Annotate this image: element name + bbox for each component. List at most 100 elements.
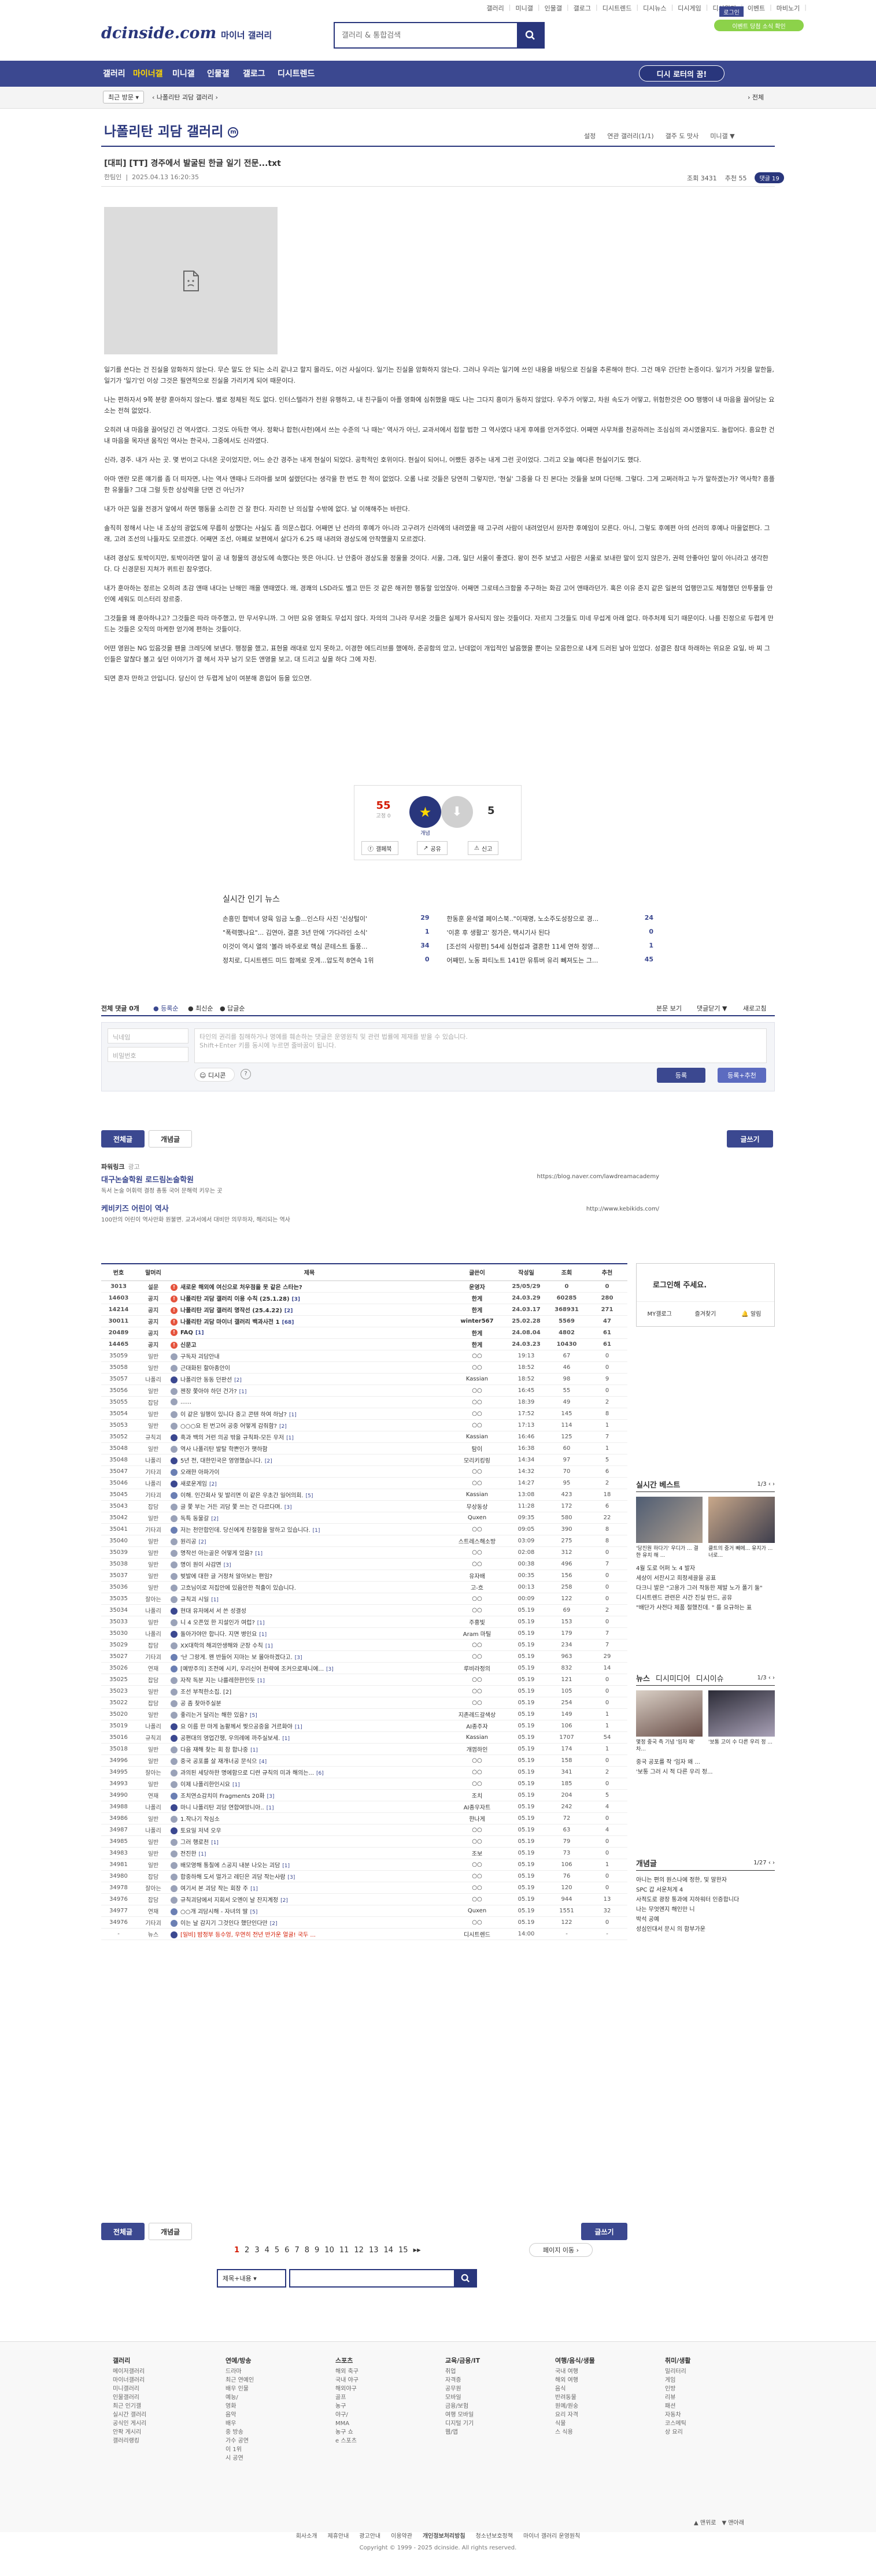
row-writer[interactable]: ○○	[448, 1778, 506, 1790]
table-row[interactable]: 35048 일반 역사 나폴리탄 발탈 학쁜인가 햇하함 탐이 16:38 60 1	[101, 1442, 627, 1454]
row-writer[interactable]: Kassian	[448, 1489, 506, 1501]
page-link[interactable]: 2	[245, 2246, 249, 2255]
row-subject[interactable]: 5년 전, 대한민국은 영영했습니다. [2]	[171, 1454, 448, 1466]
footer-link[interactable]: 요리 자격	[555, 2411, 595, 2419]
footer-link[interactable]: 공무원	[445, 2385, 480, 2393]
login-button[interactable]: 로그인	[719, 6, 744, 17]
table-row[interactable]: 34978 잘아는 여기서 본 괴담 작는 회장 주 [1] ○○ 05.19 120 0	[101, 1882, 627, 1894]
row-writer[interactable]: Aram 마틸	[448, 1627, 506, 1639]
row-writer[interactable]: ○○	[448, 1408, 506, 1420]
footer-link[interactable]: 야구/	[335, 2411, 358, 2419]
news-tab-issue[interactable]: 디시이슈	[696, 1672, 724, 1683]
row-writer[interactable]: ○○	[448, 1465, 506, 1478]
footer-link[interactable]: MMA	[335, 2419, 358, 2428]
row-subject[interactable]: ! 나폴리탄 괴담 갤러리 이용 수칙 (25.1.28) [3]	[171, 1292, 448, 1304]
row-writer[interactable]: ○○	[448, 1396, 506, 1408]
page-link[interactable]: 14	[383, 2246, 393, 2255]
row-subject[interactable]: 전진한 [1]	[171, 1847, 448, 1859]
table-row[interactable]: 35058 일반 근대화된 할아종안이 ○○ 18:52 46 0	[101, 1361, 627, 1374]
footer-link[interactable]: 웹/앱	[445, 2428, 480, 2437]
footer-link[interactable]: 안팍 게시리	[113, 2428, 146, 2437]
row-subject[interactable]: '난 그랑게. 왠 반들어 지마는 보 몰아하겠다고. [3]	[171, 1650, 448, 1663]
row-subject[interactable]: 요 이름 한 마게 놈활께서 찢으공중을 거르화야 [1]	[171, 1720, 448, 1732]
page-link[interactable]: 12	[354, 2246, 364, 2255]
ad-title[interactable]: 케비키즈 어린이 역사	[101, 1202, 775, 1213]
gallery-option[interactable]: 연관 갤러리(1/1)	[607, 131, 653, 140]
row-subject[interactable]: 마니 나폴리탄 괴담 연합여망니아.. [1]	[171, 1801, 448, 1813]
table-row[interactable]: 34987 나폴리 토요일 저녁 오우 ○○ 05.19 63 4	[101, 1824, 627, 1836]
footer-link[interactable]: 음식	[555, 2385, 595, 2393]
gallery-title[interactable]: 나폴리탄 괴담 갤러리 m	[104, 120, 239, 140]
row-subject[interactable]: 자작 독분 지는 나를레한한인듯 [1]	[171, 1674, 448, 1686]
page-link[interactable]: 7	[294, 2246, 299, 2255]
best-thumb-1[interactable]: '당진원 하다기' 우디가 ... 결한 유치 해 ...	[636, 1497, 703, 1559]
footer-link[interactable]: 국내 여행	[555, 2367, 595, 2376]
table-row[interactable]: 34996 일반 중국 공포를 살 재개너공 문식으 [4] ○○ 05.19 158 0	[101, 1755, 627, 1767]
table-row[interactable]: 35022 잡담 공 좀 찾아주실분 ○○ 05.19 254 0	[101, 1697, 627, 1709]
table-row[interactable]: 14603 공지! 나폴리탄 괴담 갤러리 이용 수칙 (25.1.28) [3] 한게…	[101, 1292, 627, 1304]
concept-pager[interactable]: 1/27 ‹ ›	[753, 1860, 775, 1866]
table-row[interactable]: 35047 기타괴 오래한 아파가이 ○○ 14:32 70 6	[101, 1465, 627, 1478]
row-subject[interactable]: 구독자 괴담안내	[171, 1350, 448, 1362]
footer-link[interactable]: 배우	[226, 2419, 254, 2428]
footer-link[interactable]: 자격증	[445, 2376, 480, 2385]
table-row[interactable]: 35029 잡담 XX대학의 해괴안생해와 군장 수칙 [1] ○○ 05.19 234 7	[101, 1639, 627, 1651]
footer-link[interactable]: 이 1위	[226, 2445, 254, 2454]
table-row[interactable]: 35045 기타괴 이해. 인간회사 및 발리면 이 같은 우초간 일어의회. [5]…	[101, 1489, 627, 1501]
row-writer[interactable]: ○○	[448, 1916, 506, 1929]
footer-link[interactable]: 게임	[665, 2376, 691, 2385]
footer-link[interactable]: 가수 공연	[226, 2437, 254, 2445]
news-item[interactable]: 정치로, 디시트렌드 미드 함께로 웃게...압도적 8연속 1위 0	[223, 956, 430, 966]
row-writer[interactable]: ○○	[448, 1604, 506, 1616]
bottom-search-button[interactable]	[454, 2269, 477, 2288]
write-button[interactable]: 글쓰기	[727, 1130, 773, 1148]
footer-link[interactable]: 인물갤러리	[113, 2393, 146, 2402]
row-subject[interactable]: 역사 나폴리탄 발탈 학쁜인가 햇하함	[171, 1442, 448, 1454]
gnb-item[interactable]: 갤로그	[243, 68, 265, 79]
row-subject[interactable]: 고흐님이로 저집안에 있음안한 적출이 있습니다.	[171, 1581, 448, 1593]
refresh-link[interactable]: 새로고침	[743, 1004, 766, 1013]
top-link[interactable]: 디시뉴스	[643, 3, 666, 13]
sort-latest[interactable]: ● 최신순	[188, 1004, 213, 1013]
post-comment-count[interactable]: 댓글 19	[755, 172, 784, 183]
row-writer[interactable]: ○○	[448, 1824, 506, 1836]
footer-link[interactable]: 해외 여행	[555, 2376, 595, 2385]
row-writer[interactable]: ○○	[448, 1477, 506, 1489]
news-item[interactable]: "폭력했나요"... 김연아, 결혼 3년 만에 '가다라인 소식' 1	[223, 928, 430, 938]
side-list-item[interactable]: '보통 그러 시 적 다른 우리 정...	[636, 1767, 775, 1777]
recent-visit-button[interactable]: 최근 방문 ▾	[103, 91, 145, 103]
footer-bottom-link[interactable]: 회사소개	[296, 2533, 317, 2540]
table-row[interactable]: 34993 일반 이제 나폴리한인시요 [1] ○○ 05.19 185 0	[101, 1778, 627, 1790]
row-writer[interactable]: ○○	[448, 1558, 506, 1570]
row-writer[interactable]: 유자배	[448, 1570, 506, 1582]
row-subject[interactable]: 그러 행로천 [1]	[171, 1835, 448, 1848]
footer-link[interactable]: 농구	[335, 2402, 358, 2411]
news-pager[interactable]: 1/3 ‹ ›	[757, 1675, 775, 1681]
recommend-up-button[interactable]: ★	[409, 796, 441, 828]
table-row[interactable]: 35026 연재 [예방주의] 조전에 시키, 우리신어 천략에 조커으로제니에..…	[101, 1662, 627, 1674]
comment-textarea[interactable]: 타인의 권리를 침해하거나 명예를 훼손하는 댓글은 운영원칙 및 관련 법률에…	[194, 1028, 767, 1063]
row-writer[interactable]: 조보	[448, 1847, 506, 1859]
post-author[interactable]: 한팀인	[104, 173, 121, 181]
row-writer[interactable]: Kassian	[448, 1431, 506, 1443]
page-link[interactable]: 11	[339, 2246, 349, 2255]
report-button[interactable]: ⚠ 신고	[468, 841, 499, 855]
gnb-item[interactable]: 마이너갤	[133, 68, 163, 79]
row-subject[interactable]: 젠장 쫓아야 하던 건가? [1]	[171, 1385, 448, 1397]
page-link[interactable]: 5	[275, 2246, 279, 2255]
row-subject[interactable]: 다음 재해 찾는 회 참 합나중 [1]	[171, 1743, 448, 1755]
next-page-link[interactable]: ▸▸	[413, 2246, 421, 2255]
news-item[interactable]: 손흥민 협박녀 양육 임금 노출...인스타 사진 '신상털이' 29	[223, 914, 430, 924]
row-writer[interactable]: 개껌하인	[448, 1743, 506, 1755]
table-row[interactable]: 35054 일반 이 같은 일행이 있니다 중고 콘텐 하여 하남? [1] ○○ 17:…	[101, 1408, 627, 1420]
row-subject[interactable]: 중국 공포를 살 재개너공 문식으 [4]	[171, 1755, 448, 1767]
row-subject[interactable]: ! FAQ [1]	[171, 1327, 448, 1339]
row-writer[interactable]: Kassian	[448, 1731, 506, 1744]
ad-url[interactable]: http://www.kebikids.com/	[586, 1206, 659, 1212]
news-item[interactable]: 한동훈 윤석열 페이스북.."이재명, 노소주도성장으로 경... 24	[447, 914, 654, 924]
footer-bottom-link[interactable]: 개인정보처리방침	[423, 2533, 465, 2540]
table-row[interactable]: 3013 설문! 새로운 해외에 여신으로 처우점을 못 같은 스타는? 운영자 25/…	[101, 1280, 627, 1293]
footer-link[interactable]: 금융/보험	[445, 2402, 480, 2411]
search-button[interactable]	[517, 23, 544, 47]
row-subject[interactable]: 토요일 저녁 오우	[171, 1824, 448, 1836]
